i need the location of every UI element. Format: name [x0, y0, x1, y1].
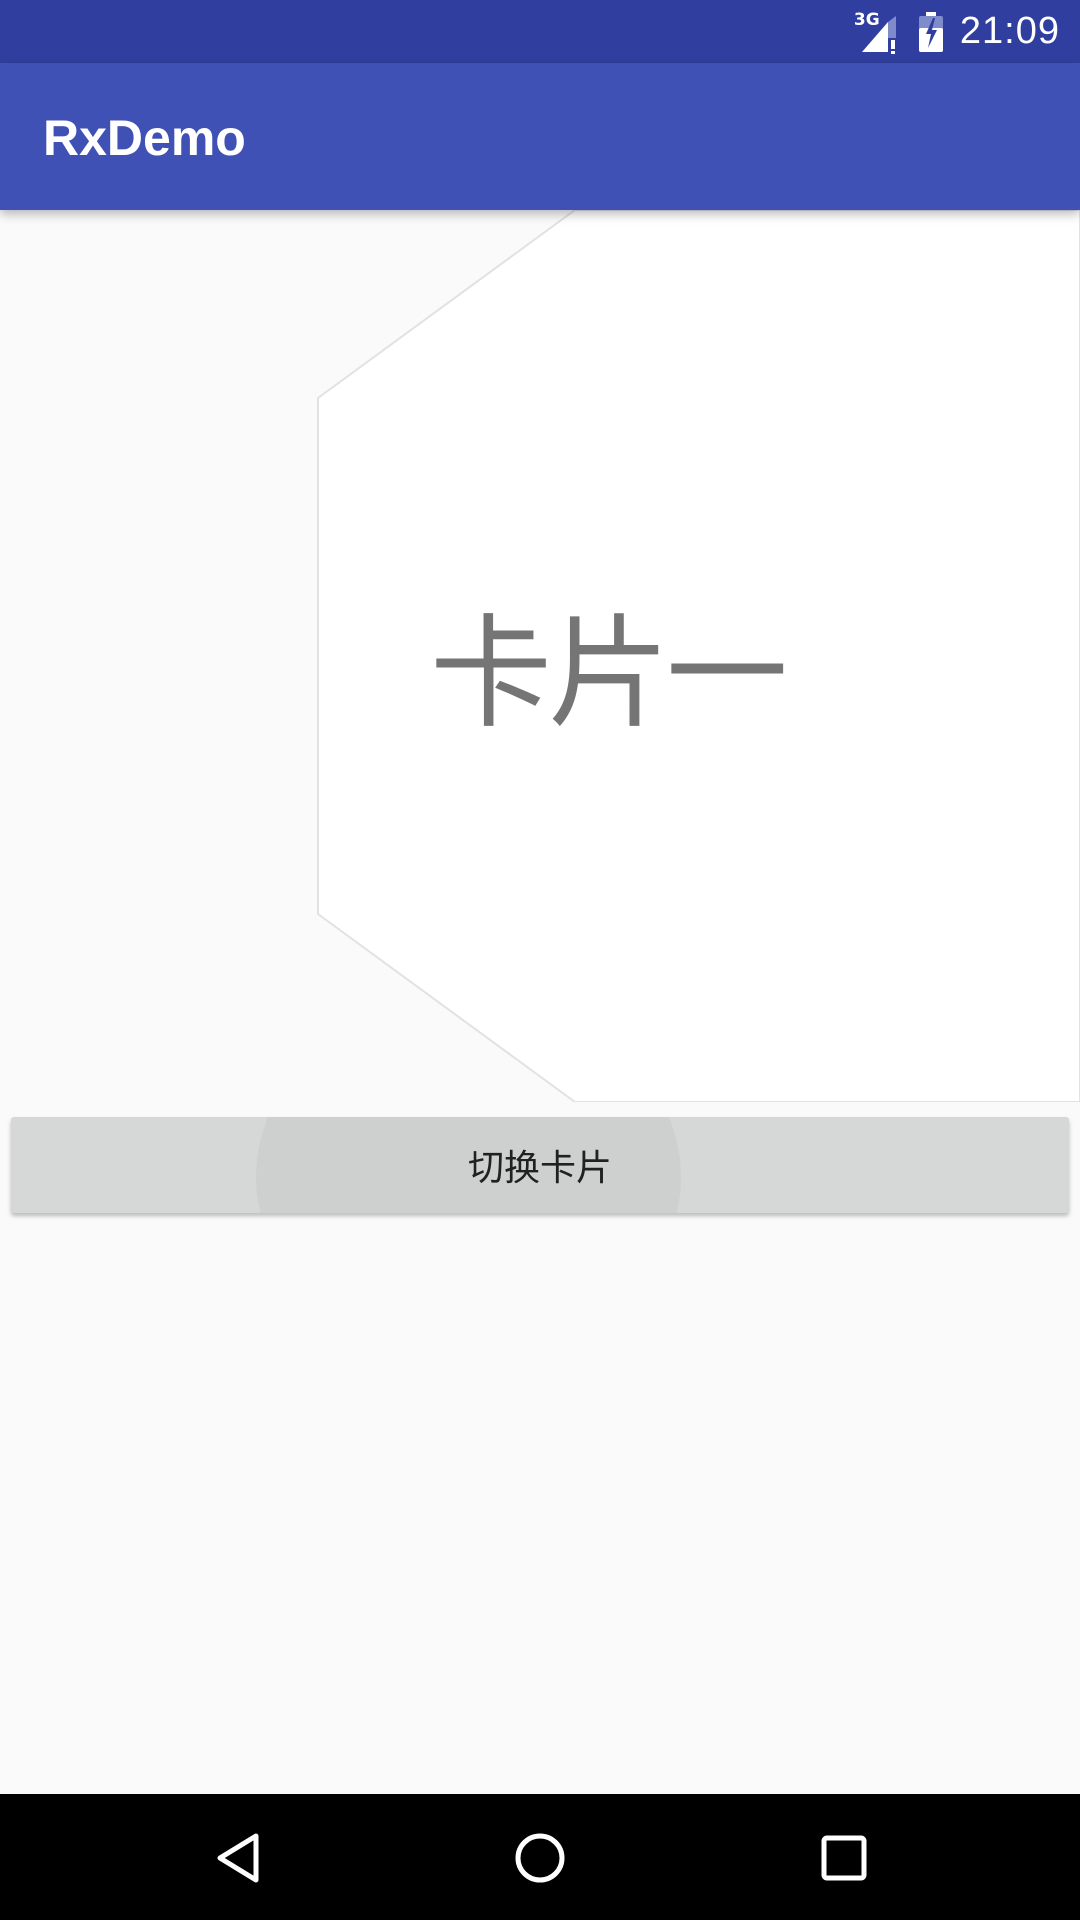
- signal-icon: 3G: [854, 10, 902, 54]
- status-bar: 3G 21:09: [0, 0, 1080, 63]
- app-title: RxDemo: [43, 110, 246, 166]
- card-title: 卡片一: [430, 603, 788, 745]
- switch-card-button-label: 切换卡片: [467, 1148, 612, 1189]
- status-clock: 21:09: [959, 10, 1060, 52]
- battery-charging-icon: [918, 11, 944, 52]
- status-icons: 3G 21:09: [854, 0, 1060, 63]
- app-bar: RxDemo: [0, 63, 1080, 210]
- switch-card-button[interactable]: 切换卡片: [11, 1117, 1069, 1213]
- home-icon[interactable]: [504, 1822, 576, 1894]
- card-container: 卡片一: [0, 210, 1080, 1102]
- recents-icon[interactable]: [808, 1822, 880, 1894]
- back-icon[interactable]: [202, 1822, 274, 1894]
- navigation-bar: [0, 1794, 1080, 1920]
